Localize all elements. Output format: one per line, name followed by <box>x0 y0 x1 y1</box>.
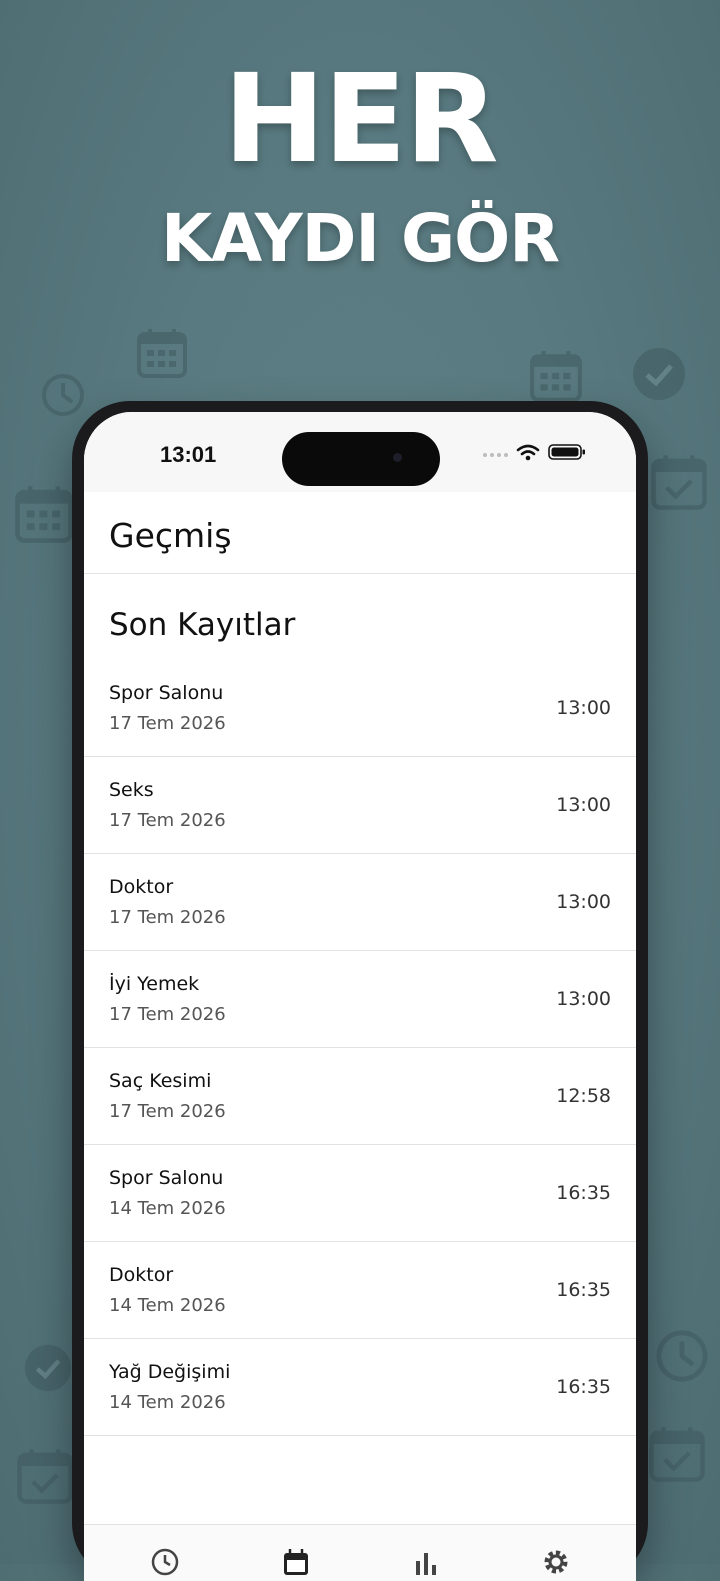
calendar-icon <box>14 482 74 546</box>
calendar-icon <box>136 326 188 380</box>
record-time: 13:00 <box>556 988 611 1010</box>
dynamic-island <box>282 432 440 486</box>
records-list: Spor Salonu 17 Tem 2026 13:00 Seks 17 Te… <box>84 660 636 1436</box>
tab-history[interactable] <box>150 1547 180 1577</box>
list-item[interactable]: Doktor 17 Tem 2026 13:00 <box>84 854 636 951</box>
wifi-icon <box>516 443 540 466</box>
record-title: Seks <box>109 779 154 801</box>
tab-bar <box>84 1524 636 1581</box>
record-date: 17 Tem 2026 <box>109 1101 226 1122</box>
status-time: 13:01 <box>160 442 217 467</box>
app-screen: 13:01 Geçmiş Son Kayıtlar Spor Salonu 17 <box>84 412 636 1581</box>
calendar-icon <box>527 348 585 404</box>
list-item[interactable]: İyi Yemek 17 Tem 2026 13:00 <box>84 951 636 1048</box>
list-item[interactable]: Doktor 14 Tem 2026 16:35 <box>84 1242 636 1339</box>
record-title: Doktor <box>109 1264 174 1286</box>
record-title: Spor Salonu <box>109 1167 224 1189</box>
record-date: 17 Tem 2026 <box>109 1004 226 1025</box>
signal-icon <box>483 452 508 457</box>
gear-icon <box>541 1547 571 1577</box>
record-date: 17 Tem 2026 <box>109 907 226 928</box>
record-time: 16:35 <box>556 1376 611 1398</box>
tab-settings[interactable] <box>541 1547 571 1577</box>
record-time: 16:35 <box>556 1182 611 1204</box>
record-date: 14 Tem 2026 <box>109 1198 226 1219</box>
section-title: Son Kayıtlar <box>109 607 296 643</box>
battery-icon <box>548 443 586 466</box>
record-title: Doktor <box>109 876 174 898</box>
calendar-check-icon <box>16 1446 74 1506</box>
tab-statistics[interactable] <box>411 1547 441 1577</box>
tab-calendar[interactable] <box>281 1547 311 1577</box>
clock-icon <box>150 1547 180 1577</box>
promo-headline-line1: HER <box>223 48 498 190</box>
record-date: 17 Tem 2026 <box>109 810 226 831</box>
record-time: 13:00 <box>556 794 611 816</box>
record-time: 12:58 <box>556 1085 611 1107</box>
record-title: Saç Kesimi <box>109 1070 212 1092</box>
clock-icon <box>654 1328 710 1384</box>
calendar-check-icon <box>648 1424 706 1484</box>
promo-headline-line2: KAYDI GÖR <box>160 200 560 277</box>
record-date: 14 Tem 2026 <box>109 1295 226 1316</box>
record-title: Spor Salonu <box>109 682 224 704</box>
calendar-check-icon <box>650 452 708 512</box>
clock-icon <box>40 372 86 418</box>
status-indicators <box>483 443 586 466</box>
record-time: 13:00 <box>556 697 611 719</box>
record-time: 16:35 <box>556 1279 611 1301</box>
list-item[interactable]: Yağ Değişimi 14 Tem 2026 16:35 <box>84 1339 636 1436</box>
phone-frame: 13:01 Geçmiş Son Kayıtlar Spor Salonu 17 <box>72 401 648 1581</box>
record-date: 14 Tem 2026 <box>109 1392 226 1413</box>
status-bar: 13:01 <box>84 412 636 492</box>
bar-chart-icon <box>411 1547 441 1577</box>
record-date: 17 Tem 2026 <box>109 713 226 734</box>
record-title: Yağ Değişimi <box>109 1361 231 1383</box>
camera-dot <box>393 453 402 462</box>
list-item[interactable]: Spor Salonu 17 Tem 2026 13:00 <box>84 660 636 757</box>
navigation-header: Geçmiş <box>84 492 636 574</box>
calendar-icon <box>281 1547 311 1577</box>
check-circle-icon <box>24 1344 72 1392</box>
list-item[interactable]: Spor Salonu 14 Tem 2026 16:35 <box>84 1145 636 1242</box>
list-item[interactable]: Seks 17 Tem 2026 13:00 <box>84 757 636 854</box>
check-circle-icon <box>632 347 686 401</box>
page-title: Geçmiş <box>109 516 232 555</box>
record-time: 13:00 <box>556 891 611 913</box>
list-item[interactable]: Saç Kesimi 17 Tem 2026 12:58 <box>84 1048 636 1145</box>
record-title: İyi Yemek <box>109 973 200 995</box>
